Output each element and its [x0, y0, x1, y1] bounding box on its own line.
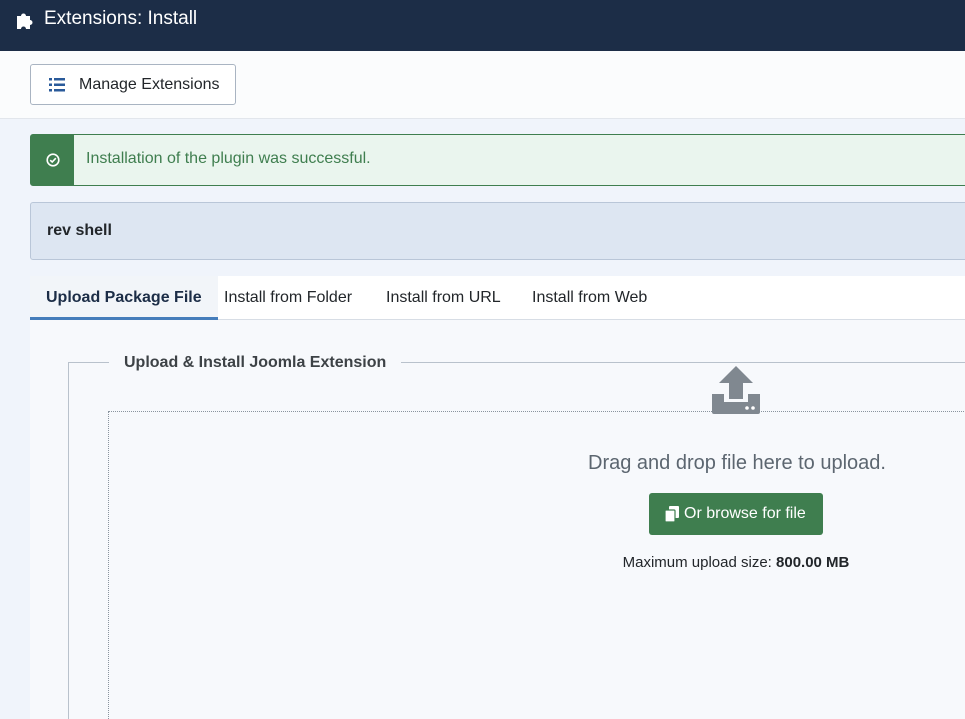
upload-legend: Upload & Install Joomla Extension — [109, 353, 402, 373]
manage-extensions-button[interactable]: Manage Extensions — [30, 64, 236, 105]
manage-extensions-label: Manage Extensions — [79, 76, 220, 93]
plugin-message-text: rev shell — [47, 222, 112, 239]
list-icon — [49, 78, 65, 92]
max-size-value: 800.00 MB — [776, 554, 850, 571]
tab-upload-package-file[interactable]: Upload Package File — [30, 276, 218, 320]
install-card: Upload Package File Install from Folder … — [30, 276, 965, 719]
alert-icon-box — [31, 135, 74, 185]
upload-fieldset: Upload & Install Joomla Extension — [68, 353, 965, 719]
browse-file-button[interactable]: Or browse for file — [649, 493, 823, 535]
copy-icon — [665, 506, 679, 522]
drag-drop-text: Drag and drop file here to upload. — [588, 452, 886, 474]
check-circle-icon — [46, 153, 60, 167]
plugin-message: rev shell — [30, 202, 965, 260]
toolbar: Manage Extensions — [0, 51, 965, 119]
page-title: Extensions: Install — [44, 8, 198, 29]
alert-message: Installation of the plugin was successfu… — [86, 150, 371, 167]
tab-install-from-web[interactable]: Install from Web — [516, 276, 663, 319]
tab-install-from-folder[interactable]: Install from Folder — [208, 276, 368, 319]
install-tabs: Upload Package File Install from Folder … — [30, 276, 965, 320]
puzzle-icon — [17, 13, 33, 29]
max-upload-size: Maximum upload size: 800.00 MB — [555, 554, 917, 572]
header-bar: Extensions: Install — [0, 0, 965, 51]
max-size-label: Maximum upload size: — [622, 554, 777, 571]
tab-install-from-url[interactable]: Install from URL — [370, 276, 517, 319]
success-alert: Installation of the plugin was successfu… — [30, 134, 965, 186]
browse-file-label: Or browse for file — [684, 505, 806, 522]
upload-icon — [712, 366, 760, 414]
